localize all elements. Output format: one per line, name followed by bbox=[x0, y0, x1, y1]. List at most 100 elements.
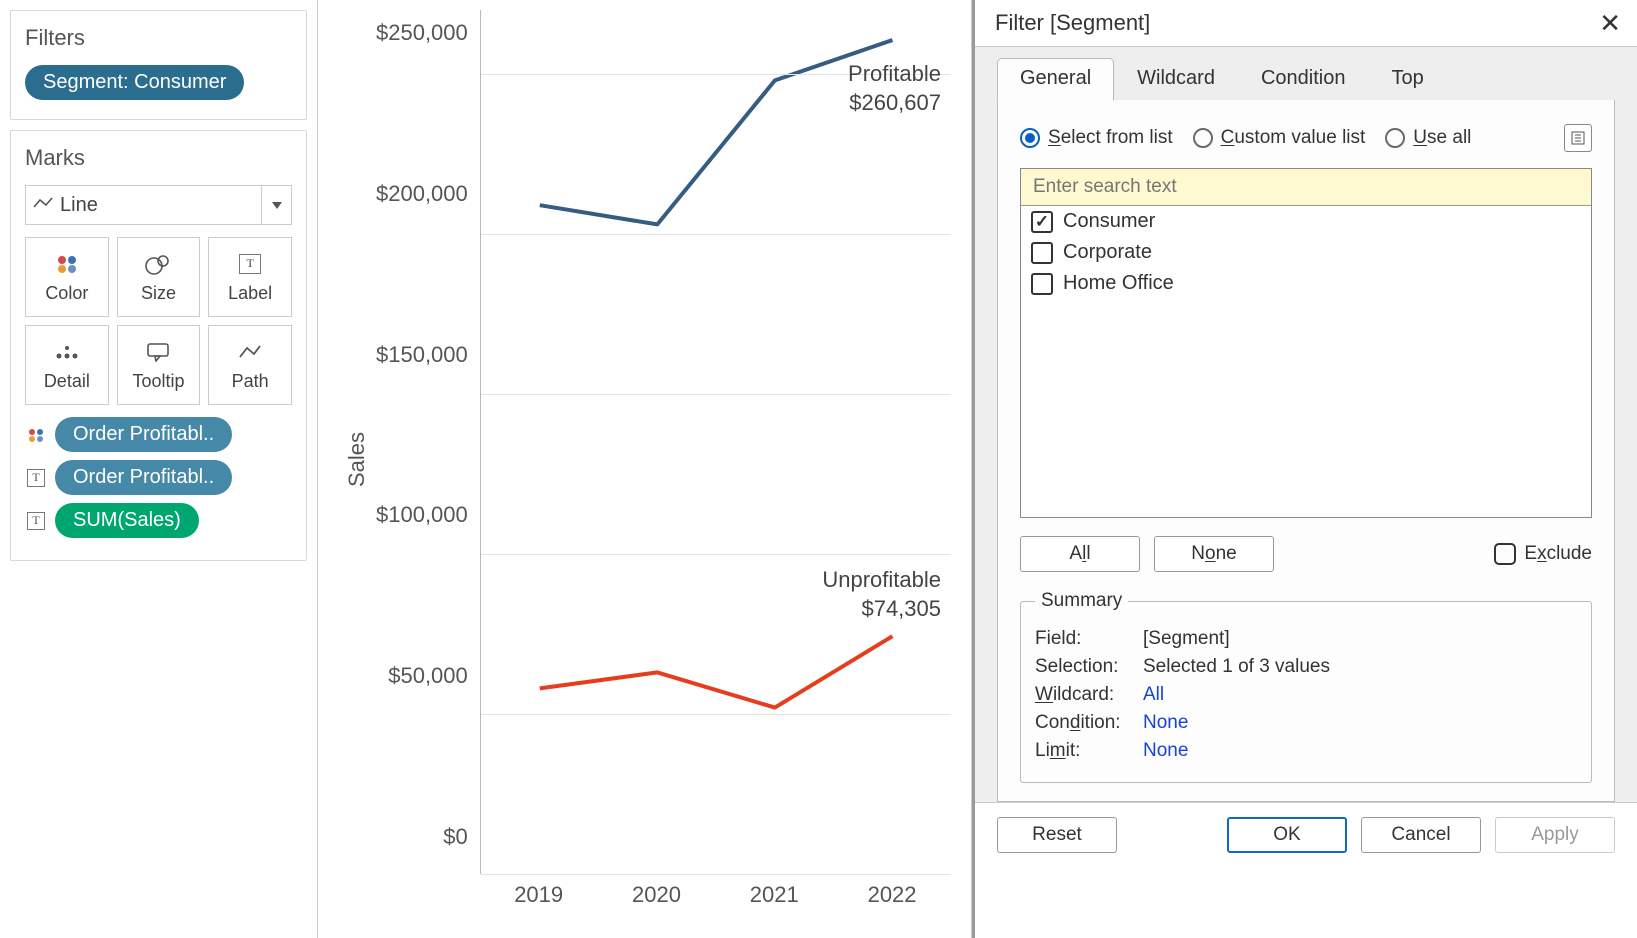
summary-condition-v[interactable]: None bbox=[1143, 712, 1188, 734]
cancel-button[interactable]: Cancel bbox=[1361, 817, 1481, 853]
mark-color-button[interactable]: Color bbox=[25, 237, 109, 317]
radio-icon bbox=[1385, 128, 1405, 148]
mark-type-label: Line bbox=[60, 194, 261, 217]
size-icon bbox=[145, 251, 171, 277]
mark-pill-row[interactable]: T SUM(Sales) bbox=[25, 503, 292, 538]
checkbox-icon[interactable] bbox=[1031, 211, 1053, 233]
mark-label-label: Label bbox=[228, 283, 272, 304]
mark-detail-button[interactable]: Detail bbox=[25, 325, 109, 405]
text-icon: T bbox=[25, 467, 47, 489]
mark-pill-row[interactable]: T Order Profitabl.. bbox=[25, 460, 292, 495]
marks-title: Marks bbox=[25, 145, 292, 171]
filter-values-list: Consumer Corporate Home Office bbox=[1020, 168, 1592, 518]
label-icon: T bbox=[239, 251, 261, 277]
summary-field-k: Field: bbox=[1035, 628, 1135, 650]
radio-select-from-list[interactable]: Select from list bbox=[1020, 127, 1173, 149]
tab-top[interactable]: Top bbox=[1368, 58, 1446, 101]
tab-general[interactable]: General bbox=[997, 58, 1114, 101]
checkbox-icon[interactable] bbox=[1031, 273, 1053, 295]
select-none-button[interactable]: None bbox=[1154, 536, 1274, 572]
checkbox-icon[interactable] bbox=[1494, 543, 1516, 565]
summary-wildcard-k: Wildcard: bbox=[1035, 684, 1135, 706]
filter-item-consumer[interactable]: Consumer bbox=[1021, 206, 1591, 237]
tab-wildcard[interactable]: Wildcard bbox=[1114, 58, 1238, 101]
mark-pill[interactable]: Order Profitabl.. bbox=[55, 417, 232, 452]
exclude-label: Exclude bbox=[1524, 543, 1592, 565]
summary-selection-k: Selection: bbox=[1035, 656, 1135, 678]
filter-item-label: Corporate bbox=[1063, 241, 1152, 264]
mark-path-button[interactable]: Path bbox=[208, 325, 292, 405]
summary-limit-k: Limit: bbox=[1035, 740, 1135, 762]
list-menu-icon[interactable] bbox=[1564, 124, 1592, 152]
summary-limit-v[interactable]: None bbox=[1143, 740, 1188, 762]
checkbox-icon[interactable] bbox=[1031, 242, 1053, 264]
filter-item-label: Home Office bbox=[1063, 272, 1174, 295]
line-icon bbox=[26, 196, 60, 215]
summary-selection-v: Selected 1 of 3 values bbox=[1143, 656, 1330, 678]
x-tick: 2020 bbox=[632, 882, 681, 908]
y-tick: $150,000 bbox=[376, 342, 468, 368]
chart-annotation: Unprofitable$74,305 bbox=[822, 566, 941, 623]
y-tick: $250,000 bbox=[376, 20, 468, 46]
apply-button[interactable]: Apply bbox=[1495, 817, 1615, 853]
color-icon bbox=[25, 424, 47, 446]
dialog-footer: Reset OK Cancel Apply bbox=[975, 802, 1637, 867]
filter-pill-segment[interactable]: Segment: Consumer bbox=[25, 65, 244, 100]
dialog-body: Select from list Custom value list Use a… bbox=[997, 100, 1615, 802]
filter-search-row bbox=[1021, 169, 1591, 206]
select-all-button[interactable]: All bbox=[1020, 536, 1140, 572]
filter-search-input[interactable] bbox=[1031, 175, 1581, 199]
filter-mode-radios: Select from list Custom value list Use a… bbox=[1020, 124, 1592, 152]
summary-box: Summary Field:[Segment] Selection:Select… bbox=[1020, 590, 1592, 783]
path-icon bbox=[238, 339, 262, 365]
radio-label: Custom value list bbox=[1221, 127, 1366, 149]
filters-title: Filters bbox=[25, 25, 292, 51]
y-tick: $0 bbox=[376, 824, 468, 850]
filter-item-corporate[interactable]: Corporate bbox=[1021, 237, 1591, 268]
marks-shelf: Marks Line Color bbox=[10, 130, 307, 561]
close-icon[interactable]: ✕ bbox=[1599, 10, 1621, 36]
radio-custom-value-list[interactable]: Custom value list bbox=[1193, 127, 1366, 149]
reset-button[interactable]: Reset bbox=[997, 817, 1117, 853]
exclude-checkbox[interactable]: Exclude bbox=[1494, 543, 1592, 565]
tooltip-icon bbox=[146, 339, 170, 365]
summary-wildcard-v[interactable]: All bbox=[1143, 684, 1164, 706]
mark-pill[interactable]: SUM(Sales) bbox=[55, 503, 199, 538]
filters-shelf: Filters Segment: Consumer bbox=[10, 10, 307, 120]
chevron-down-icon[interactable] bbox=[261, 186, 291, 224]
filter-item-home-office[interactable]: Home Office bbox=[1021, 268, 1591, 299]
filter-item-label: Consumer bbox=[1063, 210, 1155, 233]
radio-icon bbox=[1193, 128, 1213, 148]
summary-field-v: [Segment] bbox=[1143, 628, 1230, 650]
radio-use-all[interactable]: Use all bbox=[1385, 127, 1471, 149]
y-axis-ticks: $250,000 $200,000 $150,000 $100,000 $50,… bbox=[376, 10, 480, 850]
mark-label-button[interactable]: T Label bbox=[208, 237, 292, 317]
dialog-title: Filter [Segment] bbox=[995, 10, 1150, 36]
mark-tooltip-button[interactable]: Tooltip bbox=[117, 325, 201, 405]
x-tick: 2021 bbox=[750, 882, 799, 908]
chart-annotation: Profitable$260,607 bbox=[848, 60, 941, 117]
y-axis-title: Sales bbox=[338, 10, 376, 908]
radio-icon bbox=[1020, 128, 1040, 148]
y-tick: $200,000 bbox=[376, 181, 468, 207]
radio-label: Select from list bbox=[1048, 127, 1173, 149]
mark-pill-list: Order Profitabl.. T Order Profitabl.. T … bbox=[25, 417, 292, 538]
mark-pill-row[interactable]: Order Profitabl.. bbox=[25, 417, 292, 452]
mark-color-label: Color bbox=[45, 283, 88, 304]
x-tick: 2019 bbox=[514, 882, 563, 908]
detail-icon bbox=[54, 339, 80, 365]
ok-button[interactable]: OK bbox=[1227, 817, 1347, 853]
mark-type-select[interactable]: Line bbox=[25, 185, 292, 225]
mark-buttons-grid: Color Size T Label bbox=[25, 237, 292, 405]
x-axis-ticks: 2019 2020 2021 2022 bbox=[480, 874, 951, 908]
mark-path-label: Path bbox=[232, 371, 269, 392]
select-buttons-row: All None Exclude bbox=[1020, 536, 1592, 572]
tab-condition[interactable]: Condition bbox=[1238, 58, 1369, 101]
filter-dialog: Filter [Segment] ✕ General Wildcard Cond… bbox=[972, 0, 1637, 938]
mark-size-button[interactable]: Size bbox=[117, 237, 201, 317]
x-tick: 2022 bbox=[868, 882, 917, 908]
mark-pill[interactable]: Order Profitabl.. bbox=[55, 460, 232, 495]
dialog-tabs-bar: General Wildcard Condition Top Select fr… bbox=[975, 46, 1637, 802]
plot-area[interactable]: Profitable$260,607 Unprofitable$74,305 bbox=[480, 10, 951, 874]
text-icon: T bbox=[25, 510, 47, 532]
